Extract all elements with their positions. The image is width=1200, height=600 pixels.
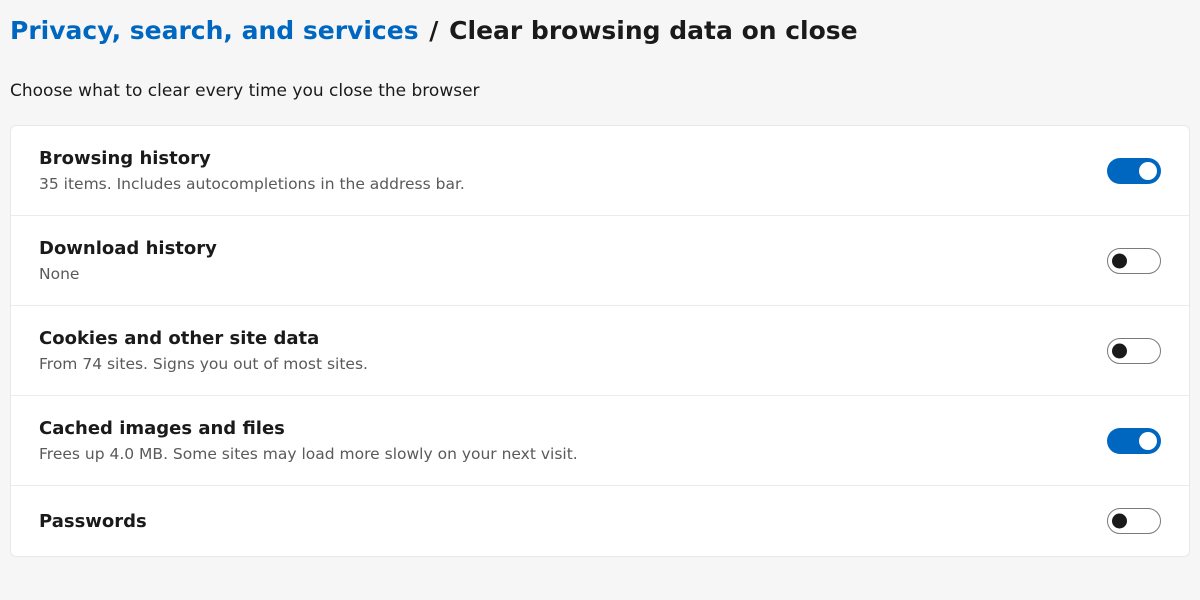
- setting-row-passwords: Passwords: [11, 486, 1189, 556]
- toggle-download-history[interactable]: [1107, 248, 1161, 274]
- setting-text: Passwords: [39, 511, 147, 532]
- toggle-knob-icon: [1139, 162, 1157, 180]
- breadcrumb-current: Clear browsing data on close: [449, 16, 857, 45]
- setting-description: From 74 sites. Signs you out of most sit…: [39, 355, 368, 373]
- setting-row-browsing-history: Browsing history 35 items. Includes auto…: [11, 126, 1189, 216]
- page-subtitle: Choose what to clear every time you clos…: [10, 81, 1190, 101]
- setting-text: Cookies and other site data From 74 site…: [39, 328, 368, 373]
- settings-panel: Browsing history 35 items. Includes auto…: [10, 125, 1190, 557]
- toggle-knob-icon: [1112, 253, 1127, 268]
- setting-text: Download history None: [39, 238, 217, 283]
- setting-text: Browsing history 35 items. Includes auto…: [39, 148, 465, 193]
- setting-text: Cached images and files Frees up 4.0 MB.…: [39, 418, 578, 463]
- setting-title: Cookies and other site data: [39, 328, 368, 349]
- setting-description: 35 items. Includes autocompletions in th…: [39, 175, 465, 193]
- toggle-browsing-history[interactable]: [1107, 158, 1161, 184]
- setting-row-cached-images: Cached images and files Frees up 4.0 MB.…: [11, 396, 1189, 486]
- breadcrumb-separator: /: [429, 16, 438, 45]
- toggle-cached-images[interactable]: [1107, 428, 1161, 454]
- toggle-passwords[interactable]: [1107, 508, 1161, 534]
- setting-row-download-history: Download history None: [11, 216, 1189, 306]
- setting-row-cookies: Cookies and other site data From 74 site…: [11, 306, 1189, 396]
- setting-description: Frees up 4.0 MB. Some sites may load mor…: [39, 445, 578, 463]
- breadcrumb: Privacy, search, and services / Clear br…: [10, 16, 1190, 45]
- setting-title: Passwords: [39, 511, 147, 532]
- setting-description: None: [39, 265, 217, 283]
- toggle-knob-icon: [1112, 343, 1127, 358]
- setting-title: Browsing history: [39, 148, 465, 169]
- toggle-cookies[interactable]: [1107, 338, 1161, 364]
- setting-title: Download history: [39, 238, 217, 259]
- toggle-knob-icon: [1139, 432, 1157, 450]
- setting-title: Cached images and files: [39, 418, 578, 439]
- toggle-knob-icon: [1112, 514, 1127, 529]
- breadcrumb-parent-link[interactable]: Privacy, search, and services: [10, 16, 419, 45]
